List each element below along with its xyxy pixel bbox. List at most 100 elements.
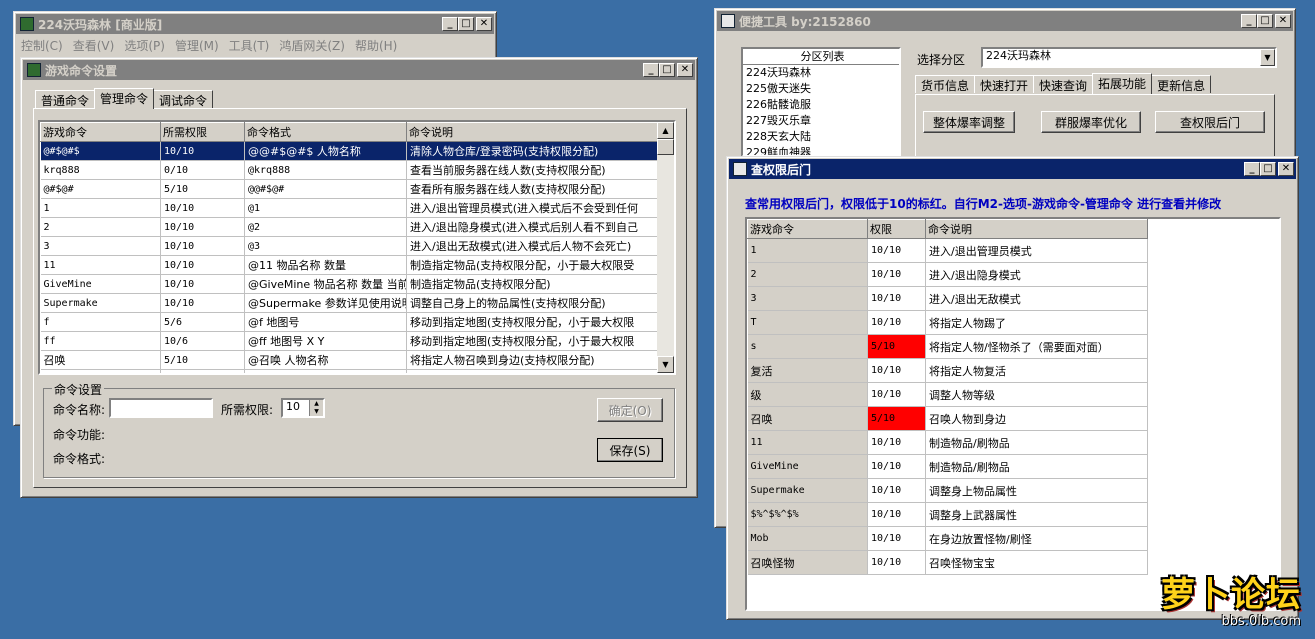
maximize-button[interactable]: □ [659, 63, 675, 77]
table-row[interactable]: 11 10/10 制造物品/刷物品 [747, 430, 1148, 455]
col-game-command[interactable]: 游戏命令 [40, 122, 161, 142]
table-row[interactable]: Mob 10/10 在身边放置怪物/刷怪 [747, 526, 1148, 551]
minimize-button[interactable]: _ [442, 17, 458, 31]
menu-help[interactable]: 帮助(H) [350, 37, 402, 54]
cell-command: Supermake [40, 293, 161, 313]
scrollbar-thumb[interactable] [657, 139, 674, 155]
col-required-permission[interactable]: 所需权限 [160, 122, 245, 142]
menu-options[interactable]: 选项(P) [119, 37, 170, 54]
table-row[interactable]: f 5/6 @f 地图号 移动到指定地图(支持权限分配，小于最大权限 [40, 312, 660, 332]
minimize-button[interactable]: _ [1244, 162, 1260, 176]
table-row[interactable]: 1 10/10 进入/退出管理员模式 [747, 238, 1148, 263]
table-row[interactable]: 11 10/10 @11 物品名称 数量 制造指定物品(支持权限分配，小于最大权限受 [40, 255, 660, 275]
tab-quick-open[interactable]: 快速打开 [974, 75, 1035, 93]
cell-description: 进入/退出隐身模式(进入模式后别人看不到自己 [406, 217, 660, 237]
group-drop-rate-button[interactable]: 群服爆率优化 [1041, 111, 1141, 133]
scroll-down-arrow-icon[interactable]: ▼ [657, 356, 674, 373]
tab-extensions[interactable]: 拓展功能 [1092, 73, 1153, 94]
table-row[interactable]: 复活 10/10 将指定人物复活 [747, 358, 1148, 383]
save-button[interactable]: 保存(S) [597, 438, 663, 462]
close-button[interactable]: ✕ [1275, 14, 1291, 28]
table-row[interactable]: 2 10/10 @2 进入/退出隐身模式(进入模式后别人看不到自己 [40, 217, 660, 237]
maximize-button[interactable]: □ [1257, 14, 1273, 28]
list-item[interactable]: 225傲天迷失 [743, 81, 899, 97]
list-item[interactable]: 226骷髅诡服 [743, 97, 899, 113]
zone-list[interactable]: 分区列表 224沃玛森林 225傲天迷失 226骷髅诡服 227毁灭乐章 228… [741, 47, 901, 157]
table-row[interactable]: 1 10/10 @1 进入/退出管理员模式(进入模式后不会受到任何 [40, 198, 660, 218]
table-row[interactable]: 跟踪5/10@跟踪 人物名称跟踪指定人物(支持权限分配) [40, 369, 660, 373]
tab-update-info[interactable]: 更新信息 [1151, 75, 1212, 93]
check-backdoor-button[interactable]: 查权限后门 [1155, 111, 1265, 133]
col-command-description[interactable]: 命令说明 [406, 122, 660, 142]
col-command-description[interactable]: 命令说明 [925, 219, 1148, 239]
maximize-button[interactable]: □ [1260, 162, 1276, 176]
minimize-button[interactable]: _ [1241, 14, 1257, 28]
table-row[interactable]: s 5/10 将指定人物/怪物杀了（需要面对面） [747, 334, 1148, 359]
table-row[interactable]: 3 10/10 进入/退出无敌模式 [747, 286, 1148, 311]
close-button[interactable]: ✕ [476, 17, 492, 31]
overall-drop-rate-button[interactable]: 整体爆率调整 [923, 111, 1015, 133]
command-table-scrollbar[interactable]: ▲ ▼ [657, 122, 674, 373]
table-row[interactable]: @#$@# 5/10 @@#$@# 查看所有服务器在线人数(支持权限分配) [40, 179, 660, 199]
maximize-button[interactable]: □ [458, 17, 474, 31]
cell-permission: 10/10 [867, 454, 926, 479]
cell-permission: 10/10 [867, 502, 926, 527]
col-game-command[interactable]: 游戏命令 [747, 219, 868, 239]
minimize-button[interactable]: _ [643, 63, 659, 77]
table-row[interactable]: 级 10/10 调整人物等级 [747, 382, 1148, 407]
cell-command: 1 [40, 198, 161, 218]
col-permission[interactable]: 权限 [867, 219, 926, 239]
command-name-input[interactable] [109, 398, 213, 418]
tab-currency-info[interactable]: 货币信息 [915, 75, 976, 93]
tab-admin-commands[interactable]: 管理命令 [94, 88, 155, 109]
tab-normal-commands[interactable]: 普通命令 [35, 90, 96, 108]
tab-quick-query[interactable]: 快速查询 [1033, 75, 1094, 93]
table-row[interactable]: 召唤怪物 10/10 召唤怪物宝宝 [747, 550, 1148, 575]
scroll-up-arrow-icon[interactable]: ▲ [657, 122, 674, 139]
table-row[interactable]: GiveMine 10/10 @GiveMine 物品名称 数量 当前 制造指定物品(… [40, 274, 660, 294]
cell-format: @2 [244, 217, 407, 237]
table-row[interactable]: 召唤 5/10 @召唤 人物名称 将指定人物召唤到身边(支持权限分配) [40, 350, 660, 370]
confirm-button[interactable]: 确定(O) [597, 398, 663, 422]
list-item[interactable]: 228天玄大陆 [743, 129, 899, 145]
cell-format: @Supermake 参数详见使用说明 [244, 293, 407, 313]
table-row[interactable]: 2 10/10 进入/退出隐身模式 [747, 262, 1148, 287]
col-command-format[interactable]: 命令格式 [244, 122, 407, 142]
list-item[interactable]: 224沃玛森林 [743, 65, 899, 81]
table-row[interactable]: krq888 0/10 @krq888 查看当前服务器在线人数(支持权限分配) [40, 160, 660, 180]
cell-command: 11 [40, 255, 161, 275]
permission-window-titlebar[interactable]: 查权限后门 _ □ ✕ [729, 159, 1296, 179]
cell-command: 1 [747, 238, 868, 263]
menu-control[interactable]: 控制(C) [16, 37, 68, 54]
table-row[interactable]: $%^$%^$% 10/10 调整身上武器属性 [747, 502, 1148, 527]
table-row[interactable]: 3 10/10 @3 进入/退出无敌模式(进入模式后人物不会死亡) [40, 236, 660, 256]
tab-debug-commands[interactable]: 调试命令 [153, 90, 214, 108]
cell-format: @f 地图号 [244, 312, 407, 332]
permission-spinner[interactable]: 10 ▲ ▼ [281, 398, 325, 418]
table-row[interactable]: @#$@#$ 10/10 @@#$@#$ 人物名称 清除人物仓库/登录密码(支持权限分… [40, 141, 660, 161]
menu-manage[interactable]: 管理(M) [170, 37, 224, 54]
cell-permission: 5/10 [160, 179, 245, 199]
cell-format: @1 [244, 198, 407, 218]
cell-description: 移动到指定地图(支持权限分配，小于最大权限 [406, 331, 660, 351]
command-window-titlebar[interactable]: 游戏命令设置 _ □ ✕ [23, 60, 695, 80]
cell-permission: 10/10 [160, 198, 245, 218]
chevron-down-icon[interactable]: ▼ [1260, 49, 1275, 66]
close-button[interactable]: ✕ [1278, 162, 1294, 176]
spinner-arrows-icon[interactable]: ▲ ▼ [309, 400, 323, 416]
main-window-titlebar[interactable]: 224沃玛森林 [商业版] _ □ ✕ [16, 14, 494, 34]
tools-window-titlebar[interactable]: 便捷工具 by:2152860 _ □ ✕ [717, 11, 1293, 31]
table-row[interactable]: Supermake 10/10 调整身上物品属性 [747, 478, 1148, 503]
table-row[interactable]: GiveMine 10/10 制造物品/刷物品 [747, 454, 1148, 479]
menu-tools[interactable]: 工具(T) [224, 37, 275, 54]
cell-command: Mob [747, 526, 868, 551]
table-row[interactable]: Supermake 10/10 @Supermake 参数详见使用说明 调整自己身上的… [40, 293, 660, 313]
table-row[interactable]: T 10/10 将指定人物踢了 [747, 310, 1148, 335]
table-row[interactable]: 召唤 5/10 召唤人物到身边 [747, 406, 1148, 431]
close-button[interactable]: ✕ [677, 63, 693, 77]
menu-view[interactable]: 查看(V) [68, 37, 120, 54]
zone-select-dropdown[interactable]: 224沃玛森林 ▼ [981, 47, 1277, 68]
menu-gateway[interactable]: 鸿盾网关(Z) [274, 37, 350, 54]
list-item[interactable]: 227毁灭乐章 [743, 113, 899, 129]
table-row[interactable]: ff 10/6 @ff 地图号 X Y 移动到指定地图(支持权限分配，小于最大权限 [40, 331, 660, 351]
